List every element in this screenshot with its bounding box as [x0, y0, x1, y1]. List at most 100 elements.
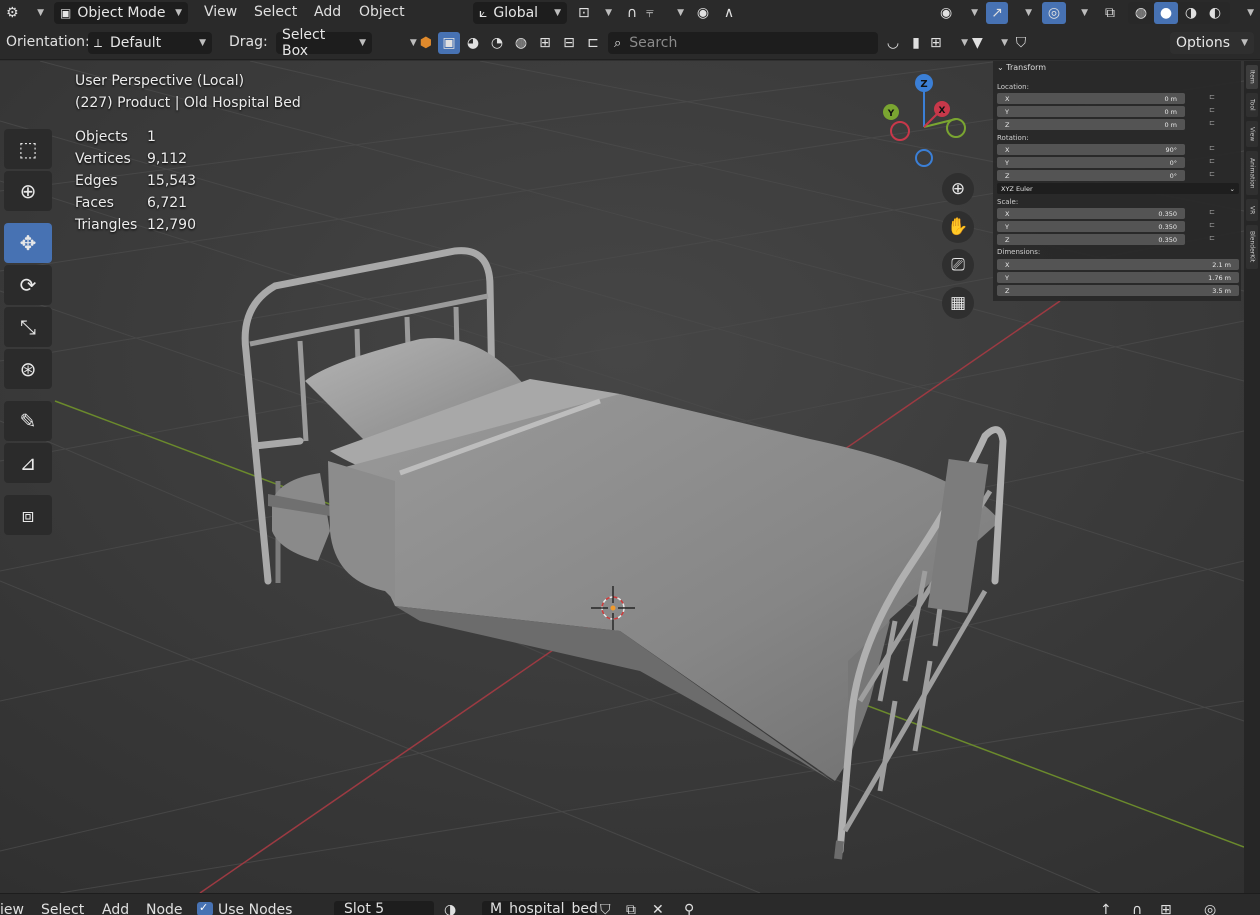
lock-icon[interactable]: ⊏	[1209, 221, 1215, 229]
tool-transform[interactable]: ⊛	[4, 349, 52, 389]
tool-move[interactable]: ✥	[4, 223, 52, 263]
dimensions-y-field[interactable]: Y 1.76 m	[997, 272, 1239, 283]
filter-hierarchy-button[interactable]: ⊞	[534, 32, 556, 54]
transform-panel-header[interactable]: ⌄ Transform	[997, 63, 1046, 72]
duplicate-icon[interactable]: ⧉	[626, 902, 636, 915]
shading-dropdown[interactable]: ▼	[1232, 2, 1254, 24]
lock-icon[interactable]: ⊏	[1209, 144, 1215, 152]
lock-icon[interactable]: ⊏	[1209, 170, 1215, 178]
orientation-dropdown[interactable]: ⟂ Default ▼	[88, 32, 212, 54]
bookmark-button[interactable]: ▮	[906, 32, 926, 54]
lock-icon[interactable]: ⊏	[1209, 93, 1215, 101]
fake-user-icon[interactable]: ⛉	[600, 902, 611, 915]
use-nodes-checkbox[interactable]: ✓	[197, 901, 213, 915]
tab-item[interactable]: Item	[1246, 65, 1258, 89]
slot-dropdown[interactable]: Slot 5	[334, 901, 434, 915]
xray-toggle[interactable]: ⧉	[1098, 2, 1122, 24]
tab-vr[interactable]: VR	[1246, 199, 1258, 221]
constraint-icon: ⊏	[587, 35, 599, 51]
snap-elements-button[interactable]: ▼ ⬢	[392, 32, 432, 54]
zoom-button[interactable]: ⊕	[942, 173, 974, 205]
pan-button[interactable]: ✋	[942, 211, 974, 243]
search-input[interactable]: ⌕ Search	[608, 32, 878, 54]
shading-rendered-button[interactable]: ◐	[1204, 2, 1226, 24]
falloff-button[interactable]: ∧	[716, 2, 742, 24]
transform-orientation-dropdown[interactable]: ⟀ Global ▼	[473, 2, 567, 24]
shading-solid-button[interactable]: ●	[1154, 2, 1178, 24]
tool-cursor[interactable]: ⊕	[4, 171, 52, 211]
tool-add-cube[interactable]: ⧈	[4, 495, 52, 535]
editor-type-button[interactable]: ⚙ ▼	[6, 2, 44, 24]
menu-view-bottom[interactable]: iew	[0, 902, 24, 915]
cavity-button[interactable]: ◡	[882, 32, 904, 54]
scale-y-field[interactable]: Y 0.350	[997, 221, 1185, 232]
parent-up-icon[interactable]: ↑	[1100, 902, 1112, 915]
tool-rotate[interactable]: ⟳	[4, 265, 52, 305]
tab-view[interactable]: View	[1246, 121, 1258, 147]
rotation-z-field[interactable]: Z 0°	[997, 170, 1185, 181]
tool-measure[interactable]: ⊿	[4, 443, 52, 483]
filter-world-button[interactable]: ◍	[510, 32, 532, 54]
menu-view[interactable]: View	[200, 2, 241, 22]
filter-material-button[interactable]: ◔	[486, 32, 508, 54]
snap-mode-icon[interactable]: ⊞	[1160, 902, 1172, 915]
gizmo-toggle[interactable]: ↗	[986, 2, 1008, 24]
location-z-field[interactable]: Z0 m	[997, 119, 1185, 130]
pin-icon[interactable]: ⚲	[684, 902, 694, 915]
snap-icon[interactable]: ∩	[1132, 902, 1142, 915]
menu-object[interactable]: Object	[355, 2, 409, 22]
filter-mesh-button[interactable]: ◕	[462, 32, 484, 54]
location-y-field[interactable]: Y0 m	[997, 106, 1185, 117]
snap-toggle[interactable]: ∩	[620, 2, 644, 24]
lock-icon[interactable]: ⊏	[1209, 106, 1215, 114]
close-icon[interactable]: ✕	[652, 902, 664, 915]
tab-animation[interactable]: Animation	[1246, 151, 1258, 195]
filter-button[interactable]: ▼ ▼	[972, 32, 1008, 54]
location-x-field[interactable]: X0 m	[997, 93, 1185, 104]
lock-icon[interactable]: ⊏	[1209, 208, 1215, 216]
lock-icon[interactable]: ⊏	[1209, 119, 1215, 127]
menu-select-bottom[interactable]: Select	[41, 902, 84, 915]
gizmo-dropdown[interactable]: ▼	[1010, 2, 1032, 24]
options-dropdown[interactable]: Options ▼	[1170, 32, 1254, 54]
scale-z-field[interactable]: Z 0.350	[997, 234, 1185, 245]
tab-tool[interactable]: Tool	[1246, 93, 1258, 117]
display-mode-button[interactable]: ⊞ ▼	[930, 32, 968, 54]
camera-view-button[interactable]: ⎚	[942, 249, 974, 281]
shading-wireframe-button[interactable]: ◍	[1130, 2, 1152, 24]
shading-material-button[interactable]: ◑	[1180, 2, 1202, 24]
material-browse-button[interactable]: ◑	[444, 902, 456, 915]
filter-constraint-button[interactable]: ⊏	[582, 32, 604, 54]
lock-icon[interactable]: ⊏	[1209, 234, 1215, 242]
tab-blenderkit[interactable]: BlenderKit	[1246, 225, 1258, 269]
material-name-field[interactable]: M_hospital_bed	[482, 901, 598, 915]
tool-annotate[interactable]: ✎	[4, 401, 52, 441]
drag-dropdown[interactable]: Select Box ▼	[276, 27, 372, 59]
dimensions-z-field[interactable]: Z 3.5 m	[997, 285, 1239, 296]
rotation-y-field[interactable]: Y 0°	[997, 157, 1185, 168]
tool-scale[interactable]: ⤡	[4, 307, 52, 347]
menu-add-bottom[interactable]: Add	[102, 902, 129, 915]
proportional-edit-icon: ◉	[696, 5, 710, 21]
overlays-toggle[interactable]: ◎	[1042, 2, 1066, 24]
menu-node-bottom[interactable]: Node	[146, 902, 183, 915]
rotation-x-field[interactable]: X 90°	[997, 144, 1185, 155]
proportional-edit-toggle[interactable]: ◉	[692, 2, 714, 24]
perspective-toggle-button[interactable]: ▦	[942, 287, 974, 319]
shield-button[interactable]: ⛉	[1010, 32, 1032, 54]
scale-x-field[interactable]: X 0.350	[997, 208, 1185, 219]
tool-select-box[interactable]: ⬚	[4, 129, 52, 169]
select-mode-object[interactable]: ▣	[438, 32, 460, 54]
lock-icon[interactable]: ⊏	[1209, 157, 1215, 165]
overlays-dropdown[interactable]: ▼	[1066, 2, 1088, 24]
visibility-button[interactable]: ◉ ▼	[940, 2, 978, 24]
snap-target-button[interactable]: ⫧ ▼	[646, 2, 684, 24]
overlay-toggle-icon[interactable]: ◎	[1204, 902, 1216, 915]
menu-add[interactable]: Add	[310, 2, 345, 22]
filter-modifier-button[interactable]: ⊟	[558, 32, 580, 54]
dimensions-x-field[interactable]: X 2.1 m	[997, 259, 1239, 270]
rotation-mode-dropdown[interactable]: XYZ Euler ⌄	[997, 183, 1239, 194]
menu-select[interactable]: Select	[250, 2, 301, 22]
pivot-point-button[interactable]: ⊡ ▼	[578, 2, 612, 24]
mode-dropdown[interactable]: ▣ Object Mode ▼	[54, 2, 188, 24]
